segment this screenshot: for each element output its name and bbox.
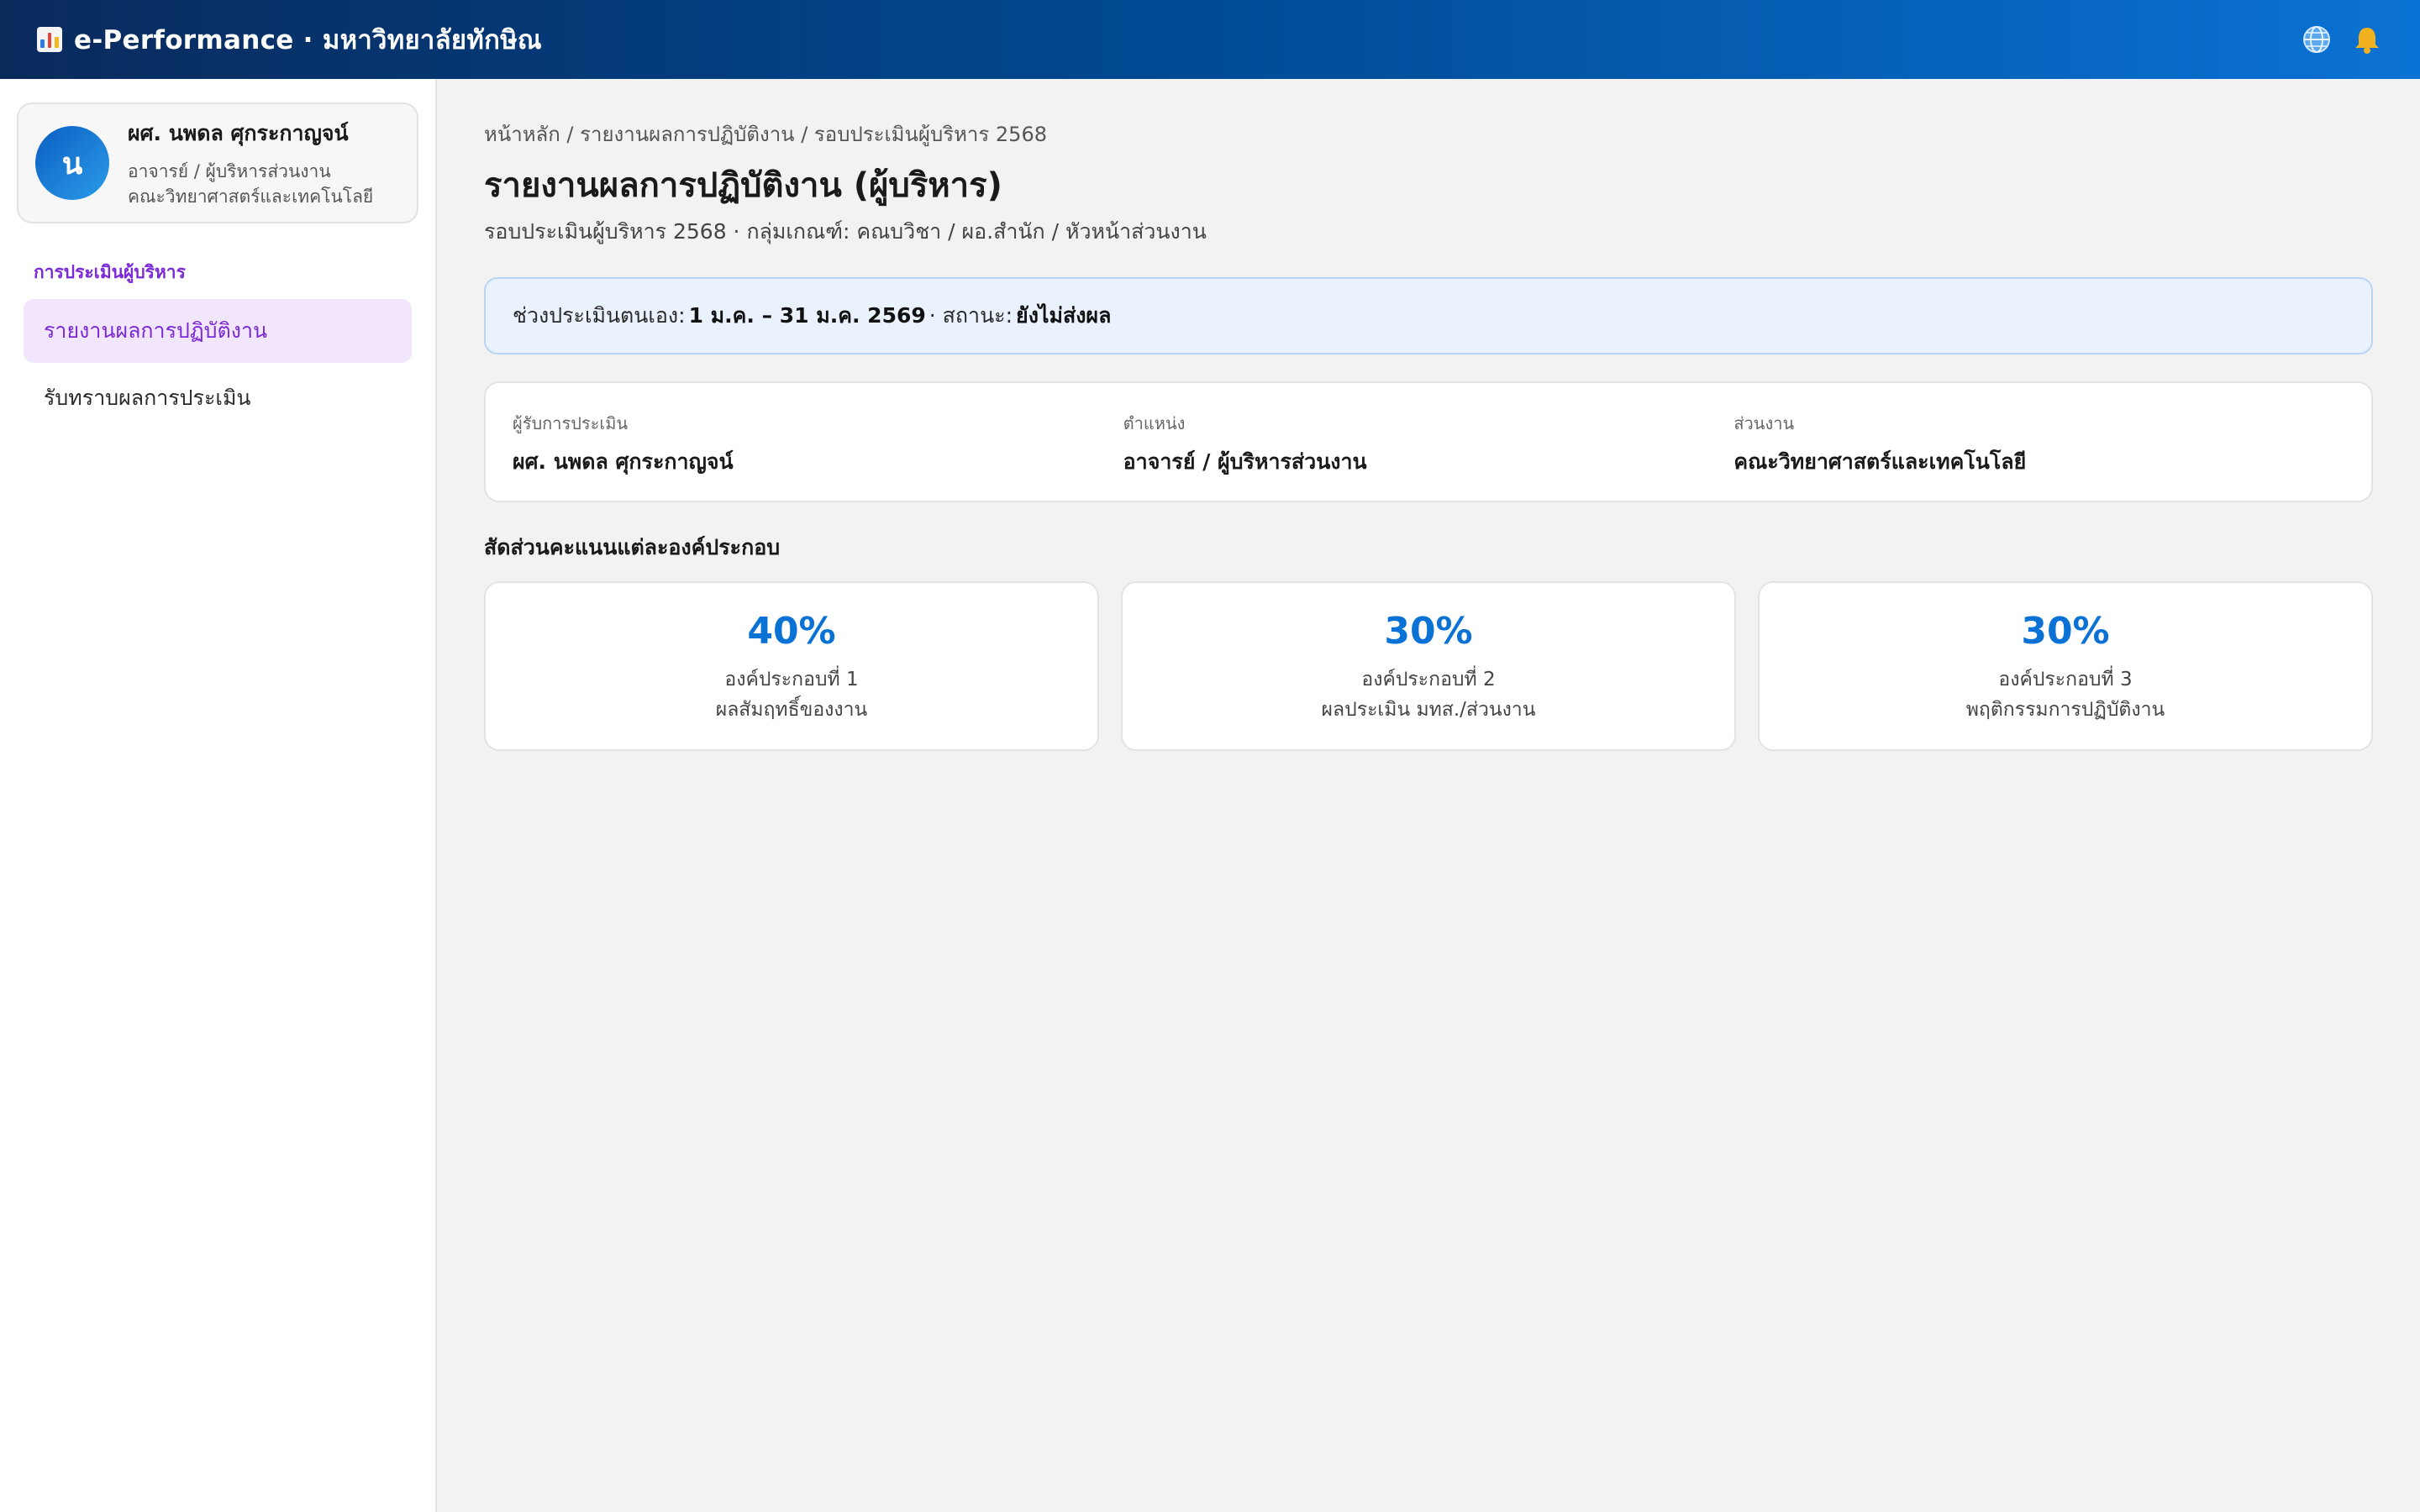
info-value: อาจารย์ / ผู้บริหารส่วนงาน bbox=[1123, 449, 1367, 474]
notice-status-label: · สถานะ: bbox=[929, 303, 1013, 328]
sidebar-item-label: รายงานผลการปฏิบัติงาน bbox=[44, 318, 268, 343]
profile-unit: คณะวิทยาศาสตร์และเทคโนโลยี bbox=[128, 186, 374, 207]
weight-desc: พฤติกรรมการปฏิบัติงาน bbox=[1965, 699, 2165, 721]
weights-section-title: สัดส่วนคะแนนแต่ละองค์ประกอบ bbox=[484, 535, 781, 559]
status-badge: ยังไม่ส่งผล bbox=[1016, 303, 1112, 328]
info-value: ผศ. นพดล ศุกระกาญจน์ bbox=[513, 449, 734, 474]
weights-cards: 40% องค์ประกอบที่ 1 ผลสัมฤทธิ์ของงาน 30%… bbox=[484, 581, 2373, 751]
sidebar-item-acknowledge-results[interactable]: รับทราบผลการประเมิน bbox=[24, 366, 412, 430]
weight-desc: ผลประเมิน มทส./ส่วนงาน bbox=[1321, 699, 1536, 721]
sidebar: น ผศ. นพดล ศุกระกาญจน์ อาจารย์ / ผู้บริห… bbox=[0, 79, 437, 1512]
weight-percent: 30% bbox=[2021, 610, 2110, 653]
brand[interactable]: e-Performance · มหาวิทยาลัยทักษิณ bbox=[37, 18, 542, 60]
bell-icon[interactable] bbox=[2351, 24, 2383, 55]
bar-chart-icon bbox=[37, 27, 62, 52]
profile-position: อาจารย์ / ผู้บริหารส่วนงาน bbox=[128, 161, 331, 181]
weight-name: องค์ประกอบที่ 1 bbox=[724, 669, 859, 690]
info-evaluatee: ผู้รับการประเมิน ผศ. นพดล ศุกระกาญจน์ bbox=[513, 410, 1123, 501]
notice-prefix: ช่วงประเมินตนเอง: bbox=[513, 303, 686, 328]
breadcrumb: หน้าหลัก / รายงานผลการปฏิบัติงาน / รอบปร… bbox=[484, 123, 1047, 146]
sidebar-item-label: รับทราบผลการประเมิน bbox=[44, 386, 251, 410]
page-subtitle: รอบประเมินผู้บริหาร 2568 · กลุ่มเกณฑ์: ค… bbox=[484, 219, 1207, 244]
top-bar: e-Performance · มหาวิทยาลัยทักษิณ bbox=[0, 0, 2420, 79]
avatar: น bbox=[35, 126, 109, 200]
evaluatee-info-card: ผู้รับการประเมิน ผศ. นพดล ศุกระกาญจน์ ตำ… bbox=[484, 381, 2373, 502]
info-value: คณะวิทยาศาสตร์และเทคโนโลยี bbox=[1733, 449, 2027, 474]
weight-percent: 40% bbox=[747, 610, 836, 653]
weight-name: องค์ประกอบที่ 2 bbox=[1361, 669, 1496, 690]
weight-card-component-1: 40% องค์ประกอบที่ 1 ผลสัมฤทธิ์ของงาน bbox=[484, 581, 1099, 751]
profile-card: น ผศ. นพดล ศุกระกาญจน์ อาจารย์ / ผู้บริห… bbox=[17, 102, 418, 223]
notice-period: 1 ม.ค. – 31 ม.ค. 2569 bbox=[688, 303, 926, 328]
globe-icon[interactable] bbox=[2301, 24, 2333, 55]
info-position: ตำแหน่ง อาจารย์ / ผู้บริหารส่วนงาน bbox=[1123, 410, 1734, 501]
weight-desc: ผลสัมฤทธิ์ของงาน bbox=[715, 699, 868, 721]
app-title: e-Performance · มหาวิทยาลัยทักษิณ bbox=[74, 25, 542, 55]
assessment-period-notice: ช่วงประเมินตนเอง: 1 ม.ค. – 31 ม.ค. 2569 … bbox=[484, 277, 2373, 354]
weight-card-component-2: 30% องค์ประกอบที่ 2 ผลประเมิน มทส./ส่วนง… bbox=[1121, 581, 1736, 751]
nav-section-title: การประเมินผู้บริหาร bbox=[34, 262, 186, 282]
weight-card-component-3: 30% องค์ประกอบที่ 3 พฤติกรรมการปฏิบัติงา… bbox=[1758, 581, 2373, 751]
info-label: ผู้รับการประเมิน bbox=[513, 413, 629, 433]
info-label: ตำแหน่ง bbox=[1123, 413, 1186, 433]
info-label: ส่วนงาน bbox=[1733, 413, 1795, 433]
weight-name: องค์ประกอบที่ 3 bbox=[1998, 669, 2133, 690]
info-unit: ส่วนงาน คณะวิทยาศาสตร์และเทคโนโลยี bbox=[1733, 410, 2344, 501]
sidebar-item-performance-report[interactable]: รายงานผลการปฏิบัติงาน bbox=[24, 299, 412, 363]
profile-name: ผศ. นพดล ศุกระกาญจน์ bbox=[128, 121, 349, 145]
weight-percent: 30% bbox=[1384, 610, 1473, 653]
page-title: รายงานผลการปฏิบัติงาน (ผู้บริหาร) bbox=[484, 166, 1002, 205]
